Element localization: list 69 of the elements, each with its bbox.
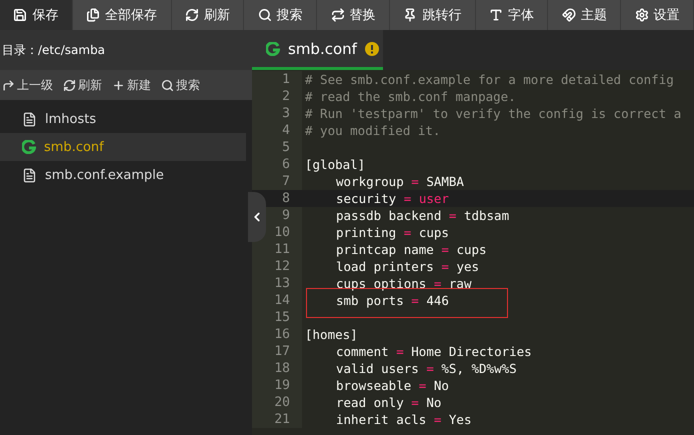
- code-line: workgroup = SAMBA: [336, 173, 464, 190]
- arrow-icon: [2, 78, 15, 92]
- line-number: 11: [252, 241, 302, 258]
- directory-path: 目录：/etc/samba: [2, 42, 106, 58]
- code-line: load printers = yes: [336, 258, 480, 275]
- line-number: 12: [252, 258, 302, 275]
- document-icon: [22, 112, 37, 126]
- g-logo-icon: [266, 42, 280, 56]
- code-line: security = user: [336, 190, 449, 207]
- code-line: # you modified it.: [305, 122, 440, 139]
- settings-icon: [634, 8, 649, 22]
- file-name: smb.conf: [44, 140, 104, 154]
- sidebar-action-button[interactable]: 上一级: [2, 76, 53, 94]
- pin-icon: [403, 8, 418, 22]
- g-logo-icon: [22, 140, 36, 154]
- editor-tab[interactable]: smb.conf: [252, 30, 383, 70]
- line-number: 18: [252, 360, 302, 377]
- repeat-icon: [330, 8, 345, 22]
- sidebar-action-button[interactable]: 搜索: [161, 76, 200, 94]
- line-number: 21: [252, 411, 302, 428]
- files-icon: [86, 8, 100, 22]
- file-name: smb.conf.example: [45, 168, 164, 182]
- document-icon: [22, 168, 37, 182]
- refresh-icon: [184, 8, 199, 22]
- line-number: 13: [252, 275, 302, 292]
- sidebar-action-button[interactable]: 刷新: [63, 76, 102, 94]
- tab-label: smb.conf: [288, 40, 357, 58]
- code-line: read only = No: [336, 394, 442, 411]
- search-icon: [161, 78, 174, 92]
- toolbar-button[interactable]: 保存: [0, 0, 73, 30]
- line-number: 15: [252, 309, 302, 326]
- code-line: comment = Home Directories: [336, 343, 532, 360]
- code-line: printing = cups: [336, 224, 449, 241]
- line-number: 19: [252, 377, 302, 394]
- line-number: 2: [252, 88, 302, 105]
- line-number: 4: [252, 122, 302, 139]
- code-line: printcap name = cups: [336, 241, 487, 258]
- line-number: 5: [252, 139, 302, 156]
- file-item[interactable]: smb.conf.example: [0, 161, 246, 189]
- magnet-icon: [562, 8, 576, 22]
- collapse-handle[interactable]: [248, 192, 266, 242]
- file-item[interactable]: smb.conf: [0, 133, 246, 161]
- line-number: 7: [252, 173, 302, 190]
- refresh-icon: [63, 78, 76, 92]
- line-number: 14: [252, 292, 302, 309]
- code-line: passdb backend = tdbsam: [336, 207, 510, 224]
- line-number: 20: [252, 394, 302, 411]
- save-icon: [13, 8, 28, 22]
- plus-icon: [112, 78, 125, 92]
- code-line: [homes]: [305, 326, 358, 343]
- sidebar-action-button[interactable]: 新建: [112, 76, 151, 94]
- line-number: 16: [252, 326, 302, 343]
- code-line: cups options = raw: [336, 275, 472, 292]
- code-line: valid users = %S, %D%w%S: [336, 360, 517, 377]
- code-line: # See smb.conf.example for a more detailed config: [305, 71, 674, 88]
- line-number: 1: [252, 71, 302, 88]
- line-number: 6: [252, 156, 302, 173]
- file-name: lmhosts: [45, 112, 96, 126]
- line-number: 17: [252, 343, 302, 360]
- code-line: browseable = No: [336, 377, 449, 394]
- code-line: inherit acls = Yes: [336, 411, 472, 428]
- search-icon: [258, 8, 272, 22]
- code-line: # Run 'testparm' to verify the config is correct a: [305, 105, 682, 122]
- code-line: smb ports = 446: [336, 292, 449, 309]
- text-icon: [489, 8, 504, 22]
- line-number: 3: [252, 105, 302, 122]
- code-line: # read the smb.conf manpage.: [305, 88, 516, 105]
- file-item[interactable]: lmhosts: [0, 105, 246, 133]
- code-line: [global]: [305, 156, 366, 173]
